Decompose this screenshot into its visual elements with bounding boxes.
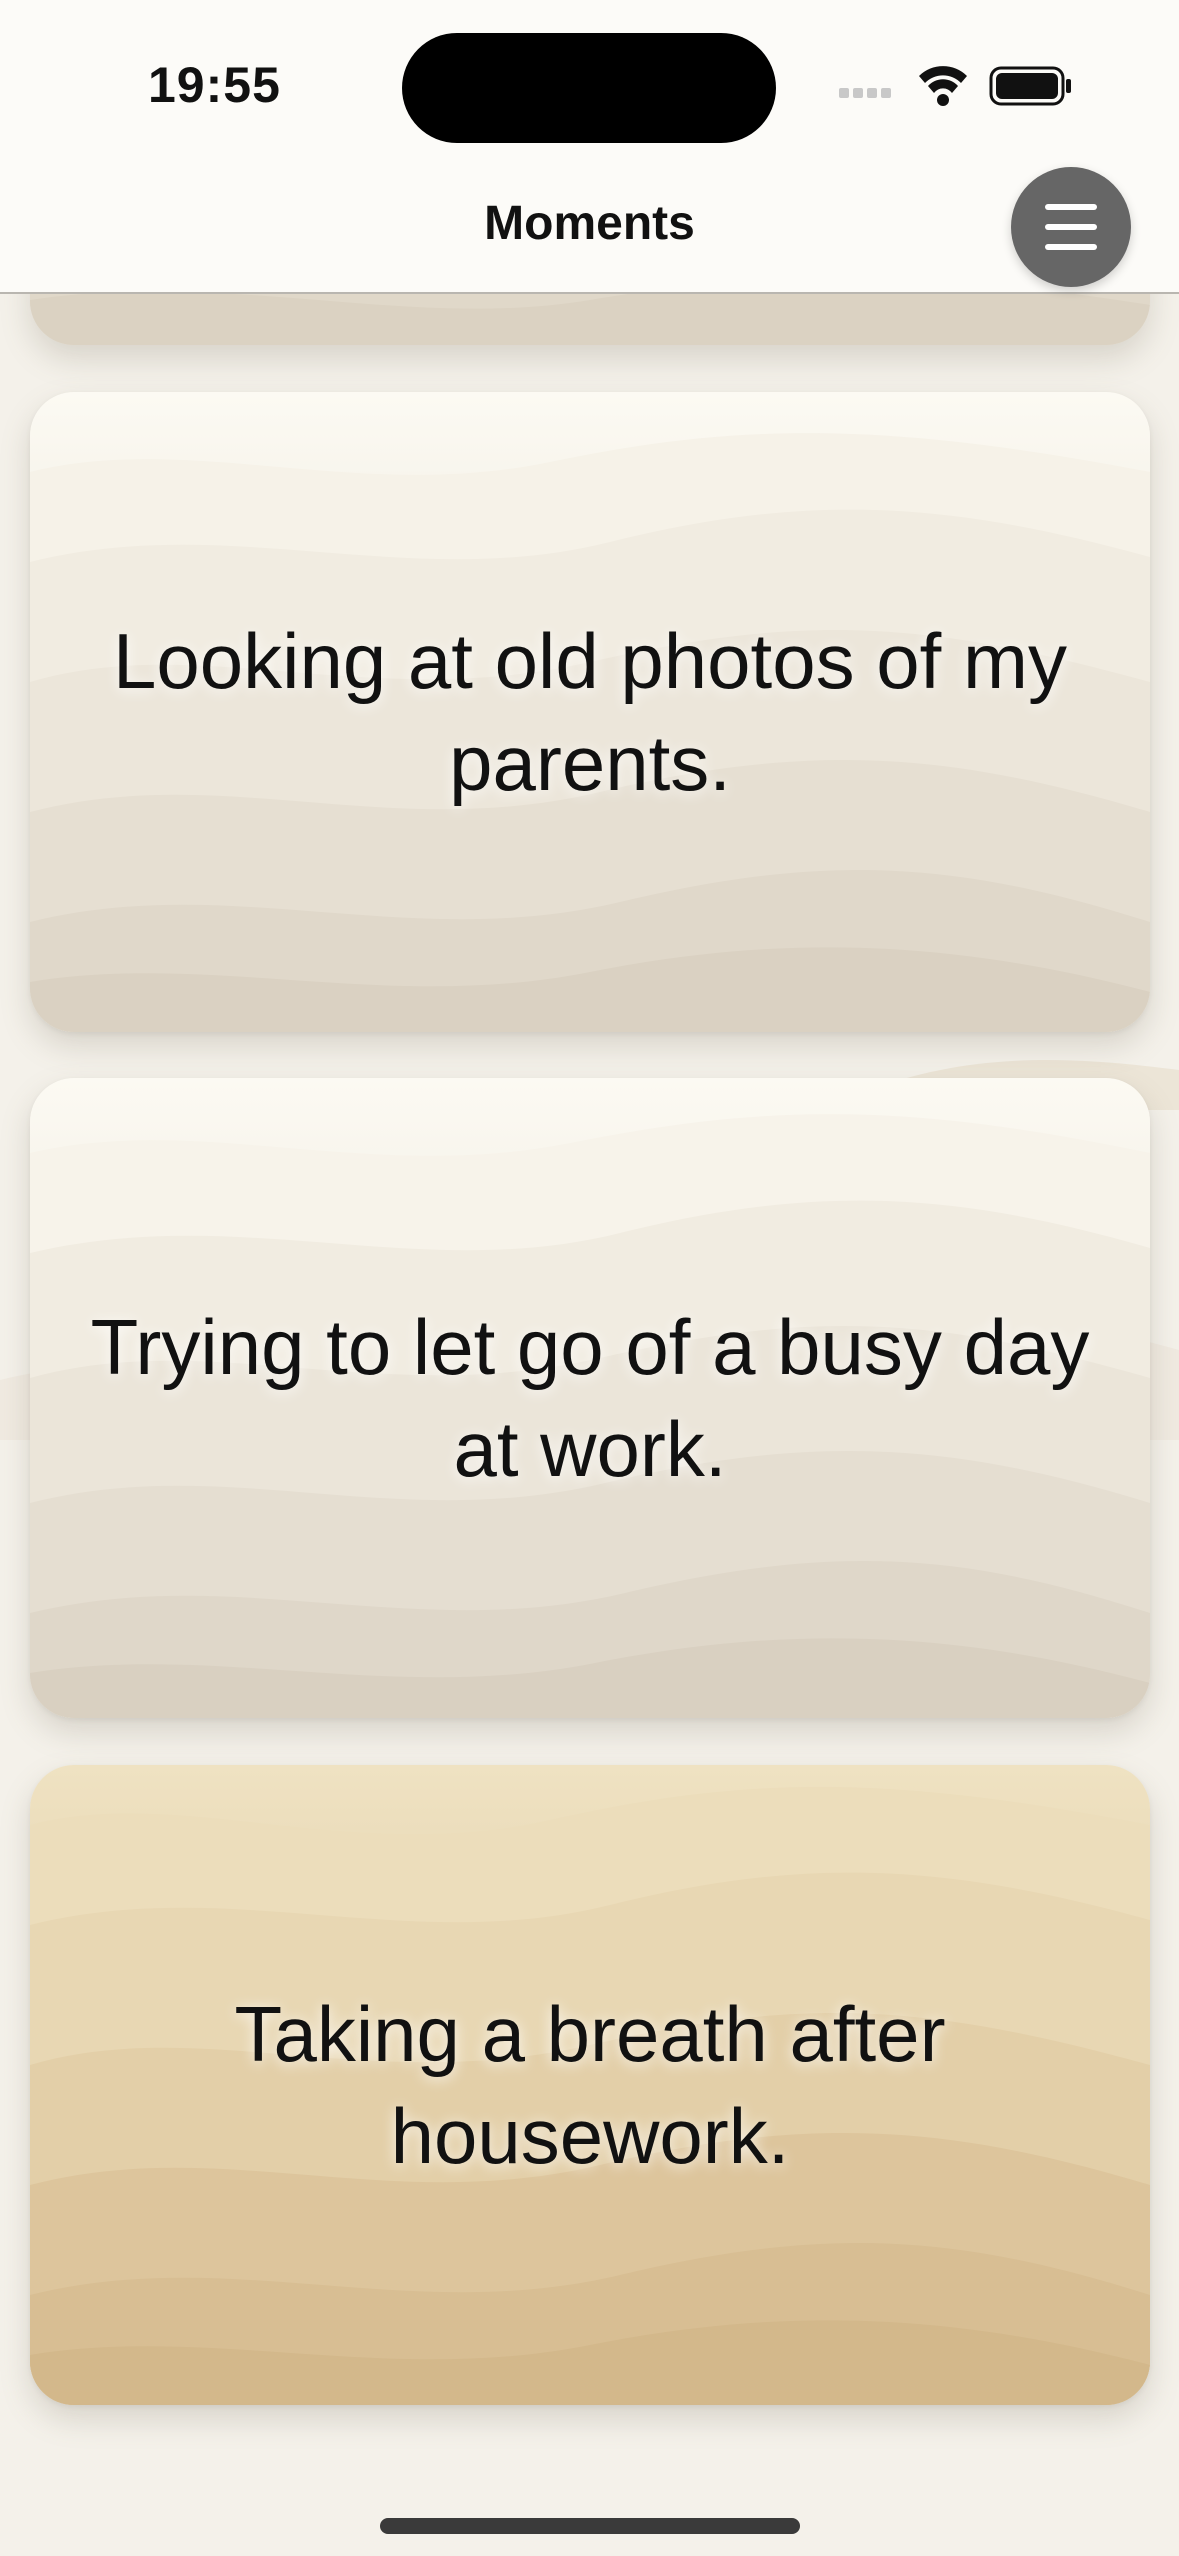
cellular-signal-icon <box>839 88 891 98</box>
menu-button[interactable] <box>1011 167 1131 287</box>
moment-text: Looking at old photos of my parents. <box>113 617 1067 807</box>
moment-text: Taking a breath after housework. <box>234 1990 946 2180</box>
page-title: Moments <box>484 197 695 250</box>
moment-text: Trying to let go of a busy day at work. <box>90 1303 1090 1493</box>
battery-icon <box>989 66 1071 106</box>
status-icons <box>839 66 1071 106</box>
moment-card[interactable]: Looking at old photos of my parents. <box>30 392 1150 1032</box>
home-indicator[interactable] <box>380 2518 800 2534</box>
status-time: 19:55 <box>148 57 281 113</box>
dynamic-island <box>402 33 776 143</box>
wifi-icon <box>919 66 967 106</box>
top-bar: 19:55 Moments <box>0 0 1179 294</box>
hamburger-menu-icon <box>1045 204 1097 250</box>
moment-card[interactable]: Trying to let go of a busy day at work. <box>30 1078 1150 1718</box>
moment-card[interactable]: Taking a breath after housework. <box>30 1765 1150 2405</box>
